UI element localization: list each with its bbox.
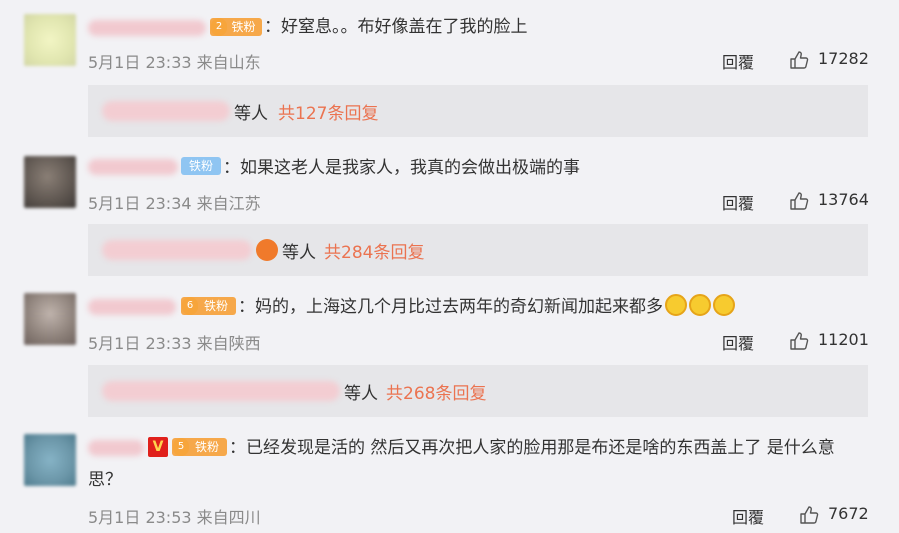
thumbs-up-icon[interactable] xyxy=(789,331,809,351)
username[interactable] xyxy=(88,440,144,456)
comment-meta: 5月1日 23:33 来自山东 xyxy=(88,53,261,72)
replies-count-link[interactable]: 共127条回复 xyxy=(278,99,378,124)
reply-summary[interactable]: 等人 共127条回复 xyxy=(88,85,868,137)
replies-count-link[interactable]: 共268条回复 xyxy=(386,379,486,404)
avatar[interactable] xyxy=(24,14,76,66)
thumbs-up-icon[interactable] xyxy=(789,50,809,70)
fire-badge-icon xyxy=(256,239,278,261)
badge-label: 铁粉 xyxy=(194,440,219,454)
reply-button[interactable]: 回覆 xyxy=(732,504,764,528)
replies-who: 等人 xyxy=(234,104,268,124)
reply-button[interactable]: 回覆 xyxy=(722,190,754,214)
fan-badge[interactable]: 2 铁粉 xyxy=(210,18,262,36)
comment-meta: 5月1日 23:53 来自四川 xyxy=(88,508,261,527)
avatar[interactable] xyxy=(24,293,76,345)
comment-text: ：如果这老人是我家人，我真的会做出极端的事 xyxy=(223,158,580,178)
fan-badge[interactable]: 5 铁粉 xyxy=(172,438,227,456)
like-count: 7672 xyxy=(828,504,869,523)
username[interactable] xyxy=(88,20,206,36)
replier-names xyxy=(102,240,252,260)
thumbs-up-icon[interactable] xyxy=(789,191,809,211)
vip-icon[interactable]: V xyxy=(148,437,168,457)
replies-count-link[interactable]: 共284条回复 xyxy=(324,238,424,263)
username[interactable] xyxy=(88,159,178,175)
like-count: 17282 xyxy=(818,49,869,68)
like-count: 11201 xyxy=(818,330,869,349)
replier-names xyxy=(102,101,230,121)
replies-who: 等人 xyxy=(282,243,316,263)
like-count: 13764 xyxy=(818,190,869,209)
avatar[interactable] xyxy=(24,156,76,208)
reply-summary[interactable]: 等人 共268条回复 xyxy=(88,365,868,417)
fan-badge[interactable]: 6 铁粉 xyxy=(181,297,236,315)
replies-who: 等人 xyxy=(344,384,378,404)
replier-names xyxy=(102,381,340,401)
comment-text-line1: ：已经发现是活的 然后又再次把人家的脸用那是布还是啥的东西盖上了 是什么意 xyxy=(229,438,835,458)
avatar[interactable] xyxy=(24,434,76,486)
smile-emoji-icon xyxy=(689,294,711,316)
reply-summary[interactable]: 等人 共284条回复 xyxy=(88,224,868,276)
badge-label: 铁粉 xyxy=(231,20,256,34)
comment-text: ：好窒息。。布好像盖在了我的脸上 xyxy=(264,17,528,37)
reply-button[interactable]: 回覆 xyxy=(722,330,754,354)
badge-label: 铁粉 xyxy=(203,299,228,313)
badge-level: 6 xyxy=(182,297,198,315)
badge-label: 铁粉 xyxy=(188,159,213,173)
fan-badge[interactable]: 铁粉 xyxy=(181,157,221,175)
comment-text-body: ：妈的，上海这几个月比过去两年的奇幻新闻加起来都多 xyxy=(238,297,663,317)
badge-level: 2 xyxy=(211,18,227,36)
comment-meta: 5月1日 23:34 来自江苏 xyxy=(88,194,261,213)
badge-level: 5 xyxy=(173,438,189,456)
reply-button[interactable]: 回覆 xyxy=(722,49,754,73)
comment-text-line2: 思？ xyxy=(88,470,122,490)
thumbs-up-icon[interactable] xyxy=(799,505,819,525)
comment-text: ：妈的，上海这几个月比过去两年的奇幻新闻加起来都多 xyxy=(238,293,735,321)
smile-emoji-icon xyxy=(713,294,735,316)
smile-emoji-icon xyxy=(665,294,687,316)
comment-meta: 5月1日 23:33 来自陕西 xyxy=(88,334,261,353)
username[interactable] xyxy=(88,299,176,315)
